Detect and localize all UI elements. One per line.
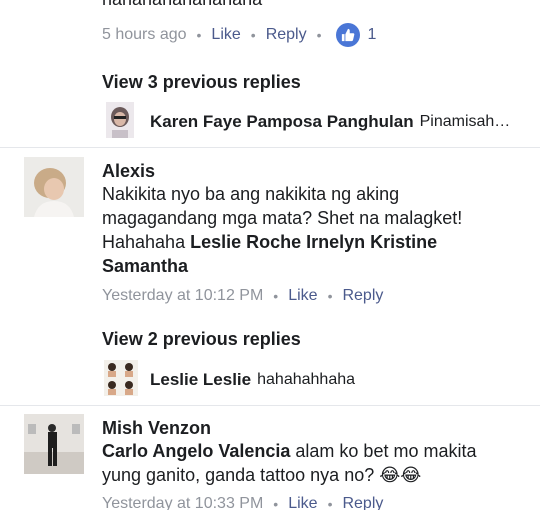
avatar[interactable] — [106, 102, 134, 138]
comment-author-name[interactable]: Alexis — [102, 161, 155, 182]
reply-link[interactable]: Reply — [342, 287, 383, 305]
comment-text-partial: hahahahahahahaha — [102, 0, 262, 10]
view-previous-replies-link[interactable]: View 2 previous replies — [102, 329, 301, 350]
reply-author-name[interactable]: Karen Faye Pamposa Panghulan — [150, 112, 414, 132]
meta-separator: • — [196, 27, 202, 43]
comment-body: Nakikita nyo ba ang nakikita ng aking ma… — [102, 182, 502, 278]
reply-text: Pinamisah… — [419, 113, 511, 130]
reply-preview[interactable]: Leslie Leslie hahahahhaha — [150, 370, 355, 390]
comment-meta-top: 5 hours ago • Like • Reply • 1 — [102, 23, 377, 47]
meta-separator: • — [250, 27, 256, 43]
meta-separator: • — [273, 288, 279, 304]
reaction-count[interactable]: 1 — [368, 26, 377, 44]
reply-author-name[interactable]: Leslie Leslie — [150, 370, 251, 390]
comment-author-name[interactable]: Mish Venzon — [102, 418, 211, 439]
avatar[interactable] — [104, 360, 138, 396]
meta-separator: • — [327, 288, 333, 304]
view-previous-replies-link[interactable]: View 3 previous replies — [102, 72, 301, 93]
avatar[interactable] — [24, 157, 84, 217]
comment-body: Carlo Angelo Valencia alam ko bet mo mak… — [102, 439, 502, 487]
like-link[interactable]: Like — [288, 495, 317, 510]
reply-link[interactable]: Reply — [266, 26, 307, 44]
comment-timestamp[interactable]: Yesterday at 10:33 PM — [102, 495, 263, 510]
comment-meta: Yesterday at 10:12 PM • Like • Reply — [102, 285, 383, 307]
meta-separator: • — [316, 27, 322, 43]
like-link[interactable]: Like — [288, 287, 317, 305]
divider — [0, 147, 540, 148]
comment-meta: Yesterday at 10:33 PM • Like • Reply — [102, 493, 383, 510]
comment-timestamp[interactable]: 5 hours ago — [102, 26, 187, 44]
thumbs-up-icon[interactable] — [335, 23, 360, 47]
meta-separator: • — [273, 496, 279, 510]
reply-text: hahahahhaha — [257, 371, 356, 388]
meta-separator: • — [327, 496, 333, 510]
avatar[interactable] — [24, 414, 84, 474]
like-link[interactable]: Like — [211, 26, 240, 44]
comment-timestamp[interactable]: Yesterday at 10:12 PM — [102, 287, 263, 305]
divider — [0, 405, 540, 406]
tagged-user[interactable]: Carlo Angelo Valencia — [102, 441, 290, 461]
reply-preview[interactable]: Karen Faye Pamposa Panghulan Pinamisah… — [150, 112, 510, 132]
reply-link[interactable]: Reply — [342, 495, 383, 510]
